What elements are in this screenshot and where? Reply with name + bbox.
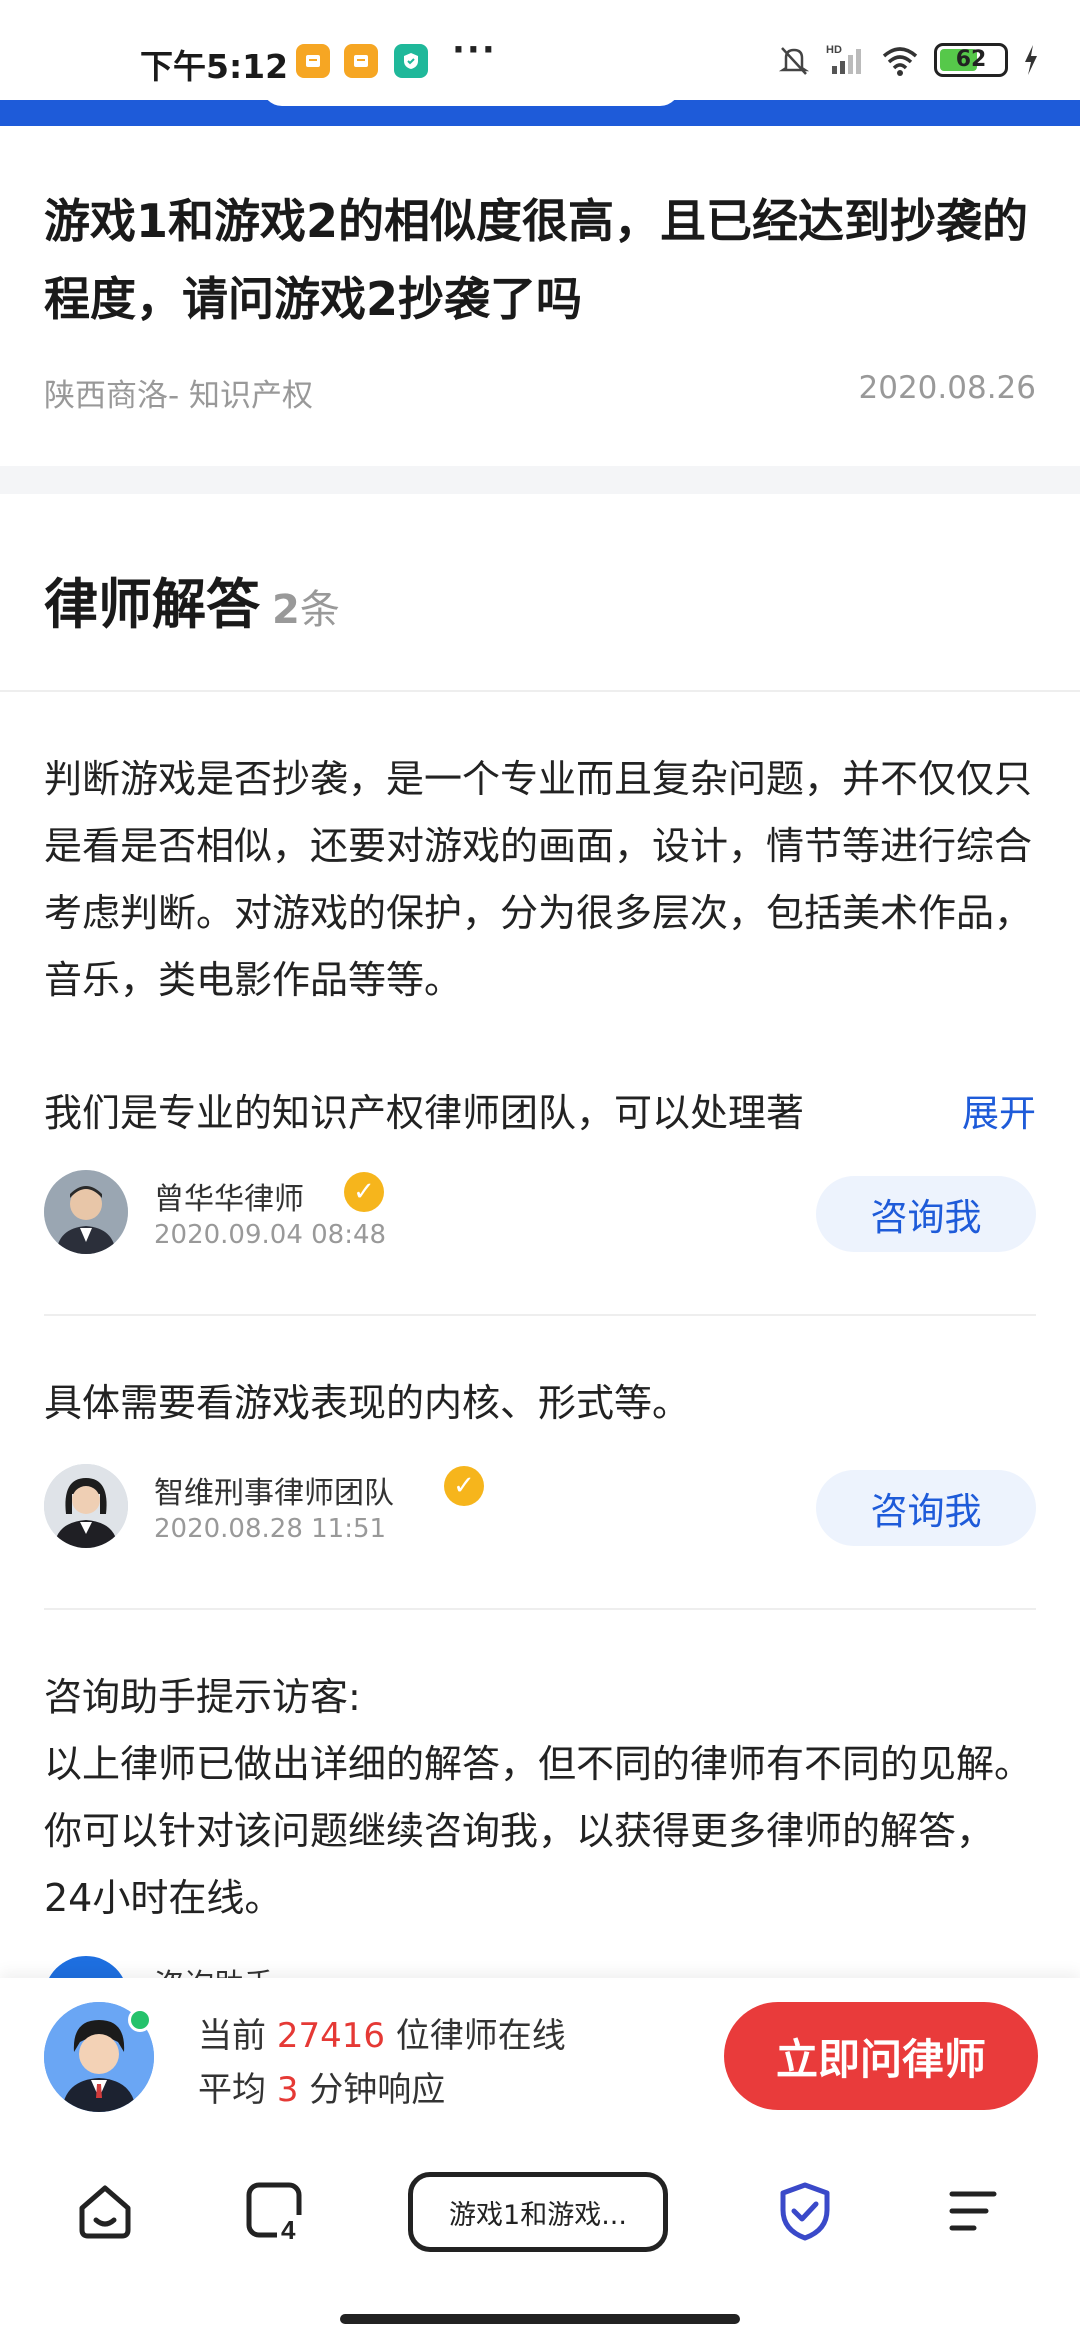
header-accent-notch: [262, 86, 680, 106]
answer-text-truncated: 我们是专业的知识产权律师团队，可以处理著: [44, 1091, 805, 1135]
section-separator: [0, 466, 1080, 494]
home-indicator[interactable]: [340, 2314, 740, 2324]
menu-icon[interactable]: [940, 2178, 1006, 2244]
ask-lawyer-bar: 当前 27416 位律师在线 平均 3 分钟响应 立即问律师: [0, 1978, 1080, 2128]
home-icon[interactable]: [72, 2178, 138, 2244]
more-notifications-icon: ···: [452, 30, 497, 70]
avatar[interactable]: [44, 1464, 128, 1548]
answer-text: 具体需要看游戏表现的内核、形式等。: [44, 1381, 691, 1425]
assistant-name: 咨询助手: [154, 1960, 274, 1978]
divider: [44, 1608, 1036, 1610]
notes-app-icon: [344, 44, 378, 78]
tab-count: 4: [281, 2215, 296, 2243]
shield-app-icon: [394, 44, 428, 78]
status-icons: HD 62: [776, 40, 1040, 80]
wifi-icon: [882, 47, 918, 76]
lawyer-name[interactable]: 曾华华律师: [154, 1174, 304, 1218]
answers-heading: 律师解答 2条: [44, 560, 340, 639]
assistant-row-partial: 咨询助手: [44, 1956, 1036, 1978]
lawyer-row: 曾华华律师 ✓ 2020.09.04 08:48 咨询我: [44, 1170, 1036, 1260]
online-lawyers-text: 当前 27416 位律师在线: [198, 2016, 566, 2056]
question-location[interactable]: 陕西商洛- 知识产权: [44, 370, 313, 415]
current-tab-chip[interactable]: 游戏1和游戏...: [408, 2172, 668, 2252]
lawyer-row: 智维刑事律师团队 ✓ 2020.08.28 11:51 咨询我: [44, 1464, 1036, 1554]
response-minutes: 3: [276, 2070, 299, 2110]
tabs-icon[interactable]: 4: [242, 2178, 308, 2244]
divider: [0, 690, 1080, 692]
notes-app-icon: [296, 44, 330, 78]
answers-count: 2条: [272, 587, 340, 633]
status-time: 下午5:12: [140, 47, 289, 86]
consult-button[interactable]: 咨询我: [816, 1470, 1036, 1546]
lawyer-name[interactable]: 智维刑事律师团队: [154, 1468, 394, 1512]
response-time-text: 平均 3 分钟响应: [198, 2070, 446, 2110]
avatar[interactable]: [44, 1170, 128, 1254]
status-bar: 下午5:12 ··· HD 62: [0, 0, 1080, 100]
signal-icon: HD: [826, 44, 861, 74]
question-meta: 陕西商洛- 知识产权 2020.08.26: [44, 370, 1036, 415]
answer-time: 2020.08.28 11:51: [154, 1514, 387, 1544]
divider: [44, 1314, 1036, 1316]
battery-level: 62: [955, 47, 987, 72]
online-count: 27416: [276, 2016, 385, 2056]
svg-text:HD: HD: [826, 44, 842, 56]
answer-time: 2020.09.04 08:48: [154, 1220, 387, 1250]
verified-badge-icon: ✓: [444, 1466, 484, 1506]
expand-link[interactable]: 展开: [952, 1080, 1036, 1147]
consult-button[interactable]: 咨询我: [816, 1176, 1036, 1252]
assistant-note-text: 以上律师已做出详细的解答，但不同的律师有不同的见解。 你可以针对该问题继续咨询我…: [44, 1742, 1033, 1920]
verified-badge-icon: ✓: [344, 1172, 384, 1212]
question-date: 2020.08.26: [858, 370, 1037, 406]
security-shield-icon[interactable]: [772, 2178, 838, 2244]
answers-heading-title: 律师解答: [44, 573, 260, 636]
assistant-avatar: [44, 1956, 128, 1978]
assistant-note-heading: 咨询助手提示访客:: [44, 1675, 361, 1719]
charging-icon: [1025, 45, 1037, 75]
battery-icon: 62: [934, 43, 1008, 77]
question-title: 游戏1和游戏2的相似度很高，且已经达到抄袭的程度，请问游戏2抄袭了吗: [44, 194, 1029, 326]
online-status-dot: [128, 2008, 152, 2032]
mute-bell-icon: [778, 47, 810, 75]
browser-navigation-bar: 4 游戏1和游戏...: [0, 2128, 1080, 2340]
ask-lawyer-button[interactable]: 立即问律师: [724, 2002, 1038, 2110]
